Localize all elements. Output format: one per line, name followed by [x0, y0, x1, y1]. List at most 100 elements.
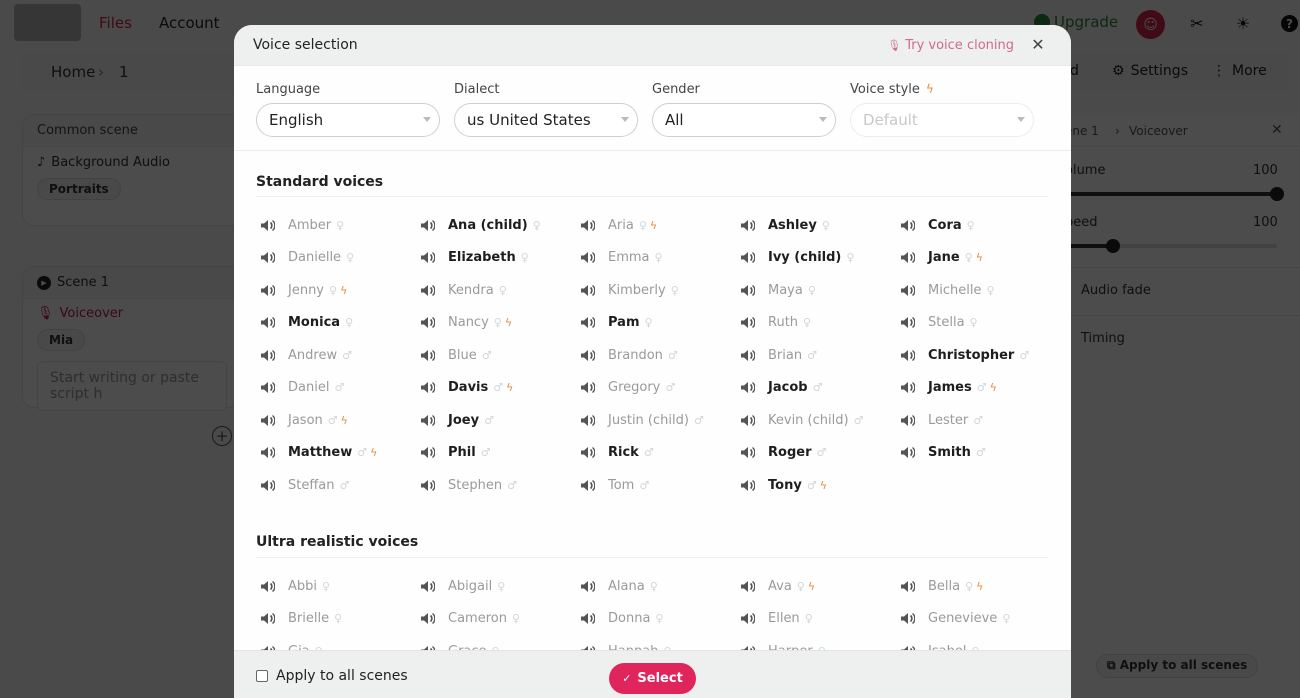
speaker-preview-icon[interactable]: [740, 283, 756, 297]
voice-option[interactable]: Ellen ♀: [740, 609, 813, 629]
voice-option[interactable]: Jacob ♂: [740, 378, 822, 398]
voice-option[interactable]: Grace♀: [420, 641, 500, 650]
speaker-preview-icon[interactable]: [260, 413, 276, 427]
dialect-select[interactable]: us United States: [454, 103, 638, 137]
voice-option[interactable]: Matthew ♂ ϟ: [260, 443, 377, 463]
speaker-preview-icon[interactable]: [260, 478, 276, 492]
speaker-preview-icon[interactable]: [580, 348, 596, 362]
voice-option[interactable]: Bella ♀ ϟ: [900, 576, 983, 596]
speaker-preview-icon[interactable]: [580, 218, 596, 232]
voice-option[interactable]: Andrew ♂: [260, 345, 352, 365]
speaker-preview-icon[interactable]: [900, 218, 916, 232]
voice-option[interactable]: Ava ♀ ϟ: [740, 576, 815, 596]
voice-option[interactable]: Nancy ♀ ϟ: [420, 313, 512, 333]
voice-option[interactable]: Kevin (child) ♂: [740, 410, 863, 430]
voice-option[interactable]: Pam ♀: [580, 313, 653, 333]
speaker-preview-icon[interactable]: [260, 218, 276, 232]
voice-option[interactable]: Justin (child) ♂: [580, 410, 704, 430]
speaker-preview-icon[interactable]: [420, 381, 436, 395]
voice-option[interactable]: Christopher ♂: [900, 345, 1029, 365]
speaker-preview-icon[interactable]: [900, 612, 916, 626]
language-select[interactable]: English: [256, 103, 440, 137]
voice-option[interactable]: Gia♀: [260, 641, 323, 650]
speaker-preview-icon[interactable]: [900, 316, 916, 330]
speaker-preview-icon[interactable]: [740, 381, 756, 395]
voice-option[interactable]: Brielle ♀: [260, 609, 342, 629]
voice-option[interactable]: Ivy (child) ♀: [740, 248, 854, 268]
speaker-preview-icon[interactable]: [420, 413, 436, 427]
speaker-preview-icon[interactable]: [420, 612, 436, 626]
voice-option[interactable]: Aria ♀ ϟ: [580, 215, 657, 235]
voice-option[interactable]: Monica ♀: [260, 313, 353, 333]
voice-option[interactable]: James ♂ ϟ: [900, 378, 997, 398]
voice-option[interactable]: Brian ♂: [740, 345, 817, 365]
speaker-preview-icon[interactable]: [740, 348, 756, 362]
speaker-preview-icon[interactable]: [740, 446, 756, 460]
speaker-preview-icon[interactable]: [420, 446, 436, 460]
speaker-preview-icon[interactable]: [740, 251, 756, 265]
speaker-preview-icon[interactable]: [580, 579, 596, 593]
speaker-preview-icon[interactable]: [740, 316, 756, 330]
voice-option[interactable]: Emma ♀: [580, 248, 663, 268]
speaker-preview-icon[interactable]: [420, 579, 436, 593]
voice-option[interactable]: Abigail ♀: [420, 576, 505, 596]
voice-option[interactable]: Ruth ♀: [740, 313, 811, 333]
voice-option[interactable]: Stephen ♂: [420, 475, 517, 495]
voice-option[interactable]: Jenny ♀ ϟ: [260, 280, 347, 300]
voice-option[interactable]: Phil ♂: [420, 443, 491, 463]
speaker-preview-icon[interactable]: [260, 316, 276, 330]
speaker-preview-icon[interactable]: [260, 446, 276, 460]
voice-option[interactable]: Cora ♀: [900, 215, 975, 235]
voice-option[interactable]: Maya ♀: [740, 280, 816, 300]
speaker-preview-icon[interactable]: [900, 251, 916, 265]
voice-option[interactable]: Abbi ♀: [260, 576, 330, 596]
voice-option[interactable]: Davis ♂ ϟ: [420, 378, 513, 398]
speaker-preview-icon[interactable]: [580, 478, 596, 492]
voice-option[interactable]: Rick ♂: [580, 443, 654, 463]
speaker-preview-icon[interactable]: [260, 283, 276, 297]
speaker-preview-icon[interactable]: [420, 283, 436, 297]
voice-option[interactable]: Alana ♀: [580, 576, 658, 596]
voice-option[interactable]: Smith ♂: [900, 443, 986, 463]
voice-option[interactable]: Danielle ♀: [260, 248, 354, 268]
voice-option[interactable]: Cameron ♀: [420, 609, 520, 629]
voice-option[interactable]: Elizabeth ♀: [420, 248, 529, 268]
speaker-preview-icon[interactable]: [740, 218, 756, 232]
voice-option[interactable]: Hannah♀: [580, 641, 672, 650]
close-button[interactable]: ✕: [1029, 35, 1047, 54]
speaker-preview-icon[interactable]: [580, 381, 596, 395]
speaker-preview-icon[interactable]: [580, 612, 596, 626]
voice-option[interactable]: Steffan ♂: [260, 475, 349, 495]
speaker-preview-icon[interactable]: [580, 251, 596, 265]
speaker-preview-icon[interactable]: [900, 413, 916, 427]
voice-option[interactable]: Kimberly ♀: [580, 280, 679, 300]
speaker-preview-icon[interactable]: [740, 579, 756, 593]
voice-option[interactable]: Isabel♀: [900, 641, 980, 650]
speaker-preview-icon[interactable]: [580, 283, 596, 297]
speaker-preview-icon[interactable]: [900, 283, 916, 297]
speaker-preview-icon[interactable]: [740, 413, 756, 427]
voice-option[interactable]: Donna ♀: [580, 609, 663, 629]
speaker-preview-icon[interactable]: [580, 446, 596, 460]
voice-option[interactable]: Blue ♂: [420, 345, 492, 365]
speaker-preview-icon[interactable]: [900, 579, 916, 593]
voice-option[interactable]: Ana (child) ♀: [420, 215, 541, 235]
voice-option[interactable]: Daniel ♂: [260, 378, 344, 398]
speaker-preview-icon[interactable]: [740, 478, 756, 492]
voice-option[interactable]: Joey ♂: [420, 410, 494, 430]
voice-option[interactable]: Stella ♀: [900, 313, 978, 333]
speaker-preview-icon[interactable]: [260, 251, 276, 265]
speaker-preview-icon[interactable]: [260, 579, 276, 593]
voice-option[interactable]: Gregory ♂: [580, 378, 675, 398]
speaker-preview-icon[interactable]: [260, 381, 276, 395]
voice-option[interactable]: Michelle ♀: [900, 280, 995, 300]
voice-option[interactable]: Kendra ♀: [420, 280, 507, 300]
speaker-preview-icon[interactable]: [260, 612, 276, 626]
voice-option[interactable]: Tony ♂ ϟ: [740, 475, 827, 495]
speaker-preview-icon[interactable]: [420, 218, 436, 232]
voice-option[interactable]: Genevieve ♀: [900, 609, 1010, 629]
speaker-preview-icon[interactable]: [900, 446, 916, 460]
apply-all-scenes-checkbox[interactable]: [256, 670, 268, 682]
gender-select[interactable]: All: [652, 103, 836, 137]
voice-option[interactable]: Roger ♂: [740, 443, 826, 463]
